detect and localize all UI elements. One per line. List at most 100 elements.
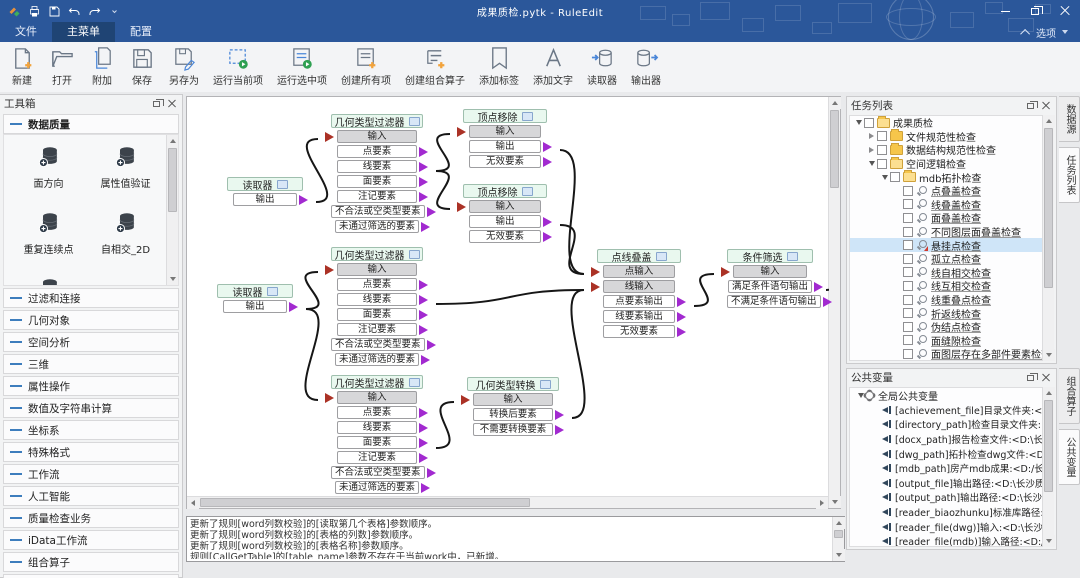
node-options-icon[interactable] <box>408 249 420 259</box>
close-button[interactable] <box>1050 0 1080 22</box>
node-port[interactable]: 输入 <box>325 130 417 143</box>
toolbox-section-active[interactable]: 数据质量 <box>3 114 179 134</box>
side-tab[interactable]: 公共变量 <box>1059 429 1080 485</box>
node-port[interactable]: 线输入 <box>591 280 675 293</box>
checkbox[interactable] <box>903 321 913 332</box>
output-arrow-icon[interactable] <box>426 340 436 350</box>
node-port[interactable]: 线要素 <box>337 293 428 306</box>
variable-item[interactable]: [docx_path]报告检查文件:<D:\长沙质... <box>850 432 1053 447</box>
side-tab[interactable]: 数据源 <box>1059 96 1080 142</box>
toolbox-item[interactable]: 重复连续点 <box>12 211 86 277</box>
variable-item[interactable]: [reader_file(dwg)]输入:<D:\长沙质检\... <box>850 519 1053 534</box>
node-header[interactable]: 条件筛选 <box>727 249 813 264</box>
node-canvas[interactable]: 读取器 输出 几何类型过滤器 输入 点要素 线要素 面要素 注记要素 不合法或空… <box>186 96 841 509</box>
node-port[interactable]: 无效要素 <box>469 155 552 168</box>
node-port[interactable]: 注记要素 <box>337 190 428 203</box>
toolbox-section-0[interactable]: 过滤和连接 <box>3 288 179 308</box>
caret-down-icon[interactable] <box>1062 30 1068 34</box>
toolbox-item[interactable]: 属性值验证 <box>89 145 163 211</box>
panel-close-button[interactable] <box>1039 371 1052 384</box>
node-port[interactable]: 面要素 <box>337 308 428 321</box>
task-tree-item[interactable]: 面叠盖检查 <box>850 211 1053 225</box>
node-options-icon[interactable] <box>266 286 278 296</box>
toolbar-button-floppy[interactable]: 保存 <box>122 45 162 88</box>
toolbar-button-doc-plus[interactable]: 新建 <box>2 45 42 88</box>
toolbox-section-13[interactable]: 自定义项 <box>3 574 179 578</box>
canvas-horizontal-scrollbar[interactable] <box>187 496 828 509</box>
node-options-icon[interactable] <box>408 377 420 387</box>
graph-node[interactable]: 几何类型过滤器 输入 点要素 线要素 面要素 注记要素 不合法或空类型要素 未通… <box>325 375 436 494</box>
output-arrow-icon[interactable] <box>419 162 428 172</box>
redo-icon[interactable] <box>88 5 101 18</box>
graph-node[interactable]: 读取器 输出 <box>217 284 298 313</box>
node-options-icon[interactable] <box>539 379 551 389</box>
output-arrow-icon[interactable] <box>419 423 428 433</box>
checkbox[interactable] <box>903 226 913 237</box>
side-tab[interactable]: 组合算子 <box>1059 368 1080 424</box>
toolbox-section-8[interactable]: 工作流 <box>3 464 179 484</box>
node-header[interactable]: 读取器 <box>227 177 303 192</box>
node-port[interactable]: 输出 <box>469 215 552 228</box>
variables-scrollbar[interactable] <box>1042 387 1055 547</box>
node-port[interactable]: 面要素 <box>337 175 428 188</box>
toolbox-section-1[interactable]: 几何对象 <box>3 310 179 330</box>
node-port[interactable]: 点要素 <box>337 406 428 419</box>
checkbox[interactable] <box>903 294 913 305</box>
node-port[interactable]: 满足条件语句输出 <box>727 280 823 293</box>
output-arrow-icon[interactable] <box>419 147 428 157</box>
output-arrow-icon[interactable] <box>419 325 428 335</box>
variable-item[interactable]: [reader_file(mdb)]输入路径:<D:/长沙... <box>850 534 1053 546</box>
node-port[interactable]: 未通过筛选的要素 <box>334 481 430 494</box>
output-arrow-icon[interactable] <box>822 297 832 307</box>
node-options-icon[interactable] <box>521 186 533 196</box>
node-port[interactable]: 点要素 <box>337 278 428 291</box>
output-arrow-icon[interactable] <box>289 302 298 312</box>
expand-arrow-icon[interactable] <box>867 161 876 167</box>
output-arrow-icon[interactable] <box>419 438 428 448</box>
task-tree-item[interactable]: 线自相交检查 <box>850 266 1053 280</box>
variable-item[interactable]: [directory_path]检查目录文件夹:<D:\... <box>850 417 1053 432</box>
node-port[interactable]: 输出 <box>469 140 552 153</box>
task-tree-item[interactable]: 面图层存在多部件要素检查 <box>850 347 1053 360</box>
collapse-ribbon-icon[interactable] <box>1020 28 1031 39</box>
graph-node[interactable]: 读取器 输出 <box>227 177 308 206</box>
expand-arrow-icon[interactable] <box>854 120 863 126</box>
node-header[interactable]: 几何类型过滤器 <box>331 114 423 129</box>
checkbox[interactable] <box>903 253 913 264</box>
node-options-icon[interactable] <box>521 111 533 121</box>
panel-float-button[interactable] <box>150 97 164 110</box>
checkbox[interactable] <box>903 240 913 251</box>
variable-item[interactable]: [output_file]输出路径:<D:\长沙质检\质... <box>850 476 1053 491</box>
node-port[interactable]: 不需要转换要素 <box>473 423 564 436</box>
variable-item[interactable]: [achievement_file]目录文件夹:<D:\长... <box>850 403 1053 418</box>
output-arrow-icon[interactable] <box>543 157 552 167</box>
node-port[interactable]: 输入 <box>325 263 417 276</box>
collapse-arrow-icon[interactable] <box>867 133 876 140</box>
task-tree-item[interactable]: 不同图层面叠盖检查 <box>850 225 1053 239</box>
checkbox[interactable] <box>864 117 874 128</box>
input-arrow-icon[interactable] <box>325 265 334 275</box>
checkbox[interactable] <box>877 158 887 169</box>
toolbar-button-create-all[interactable]: 创建所有项 <box>334 45 398 88</box>
output-arrow-icon[interactable] <box>677 297 686 307</box>
node-port[interactable]: 点要素 <box>337 145 428 158</box>
output-arrow-icon[interactable] <box>426 207 436 217</box>
log-scrollbar[interactable] <box>832 517 845 561</box>
input-arrow-icon[interactable] <box>721 267 730 277</box>
node-port[interactable]: 面要素 <box>337 436 428 449</box>
node-options-icon[interactable] <box>655 251 667 261</box>
toolbox-item[interactable] <box>12 277 86 285</box>
toolbar-button-floppy-edit[interactable]: 另存为 <box>162 45 206 88</box>
output-arrow-icon[interactable] <box>543 142 552 152</box>
node-header[interactable]: 顶点移除 <box>463 184 547 199</box>
node-port[interactable]: 注记要素 <box>337 323 428 336</box>
node-port[interactable]: 不合法或空类型要素 <box>331 466 436 479</box>
undo-icon[interactable] <box>68 5 81 18</box>
toolbox-section-12[interactable]: 组合算子 <box>3 552 179 572</box>
toolbar-button-db-writer[interactable]: 输出器 <box>624 45 668 88</box>
task-tree-item[interactable]: 孤立点检查 <box>850 252 1053 266</box>
task-list-scrollbar[interactable] <box>1042 115 1055 361</box>
toolbox-section-10[interactable]: 质量检查业务 <box>3 508 179 528</box>
node-header[interactable]: 读取器 <box>217 284 293 299</box>
checkbox[interactable] <box>903 308 913 319</box>
